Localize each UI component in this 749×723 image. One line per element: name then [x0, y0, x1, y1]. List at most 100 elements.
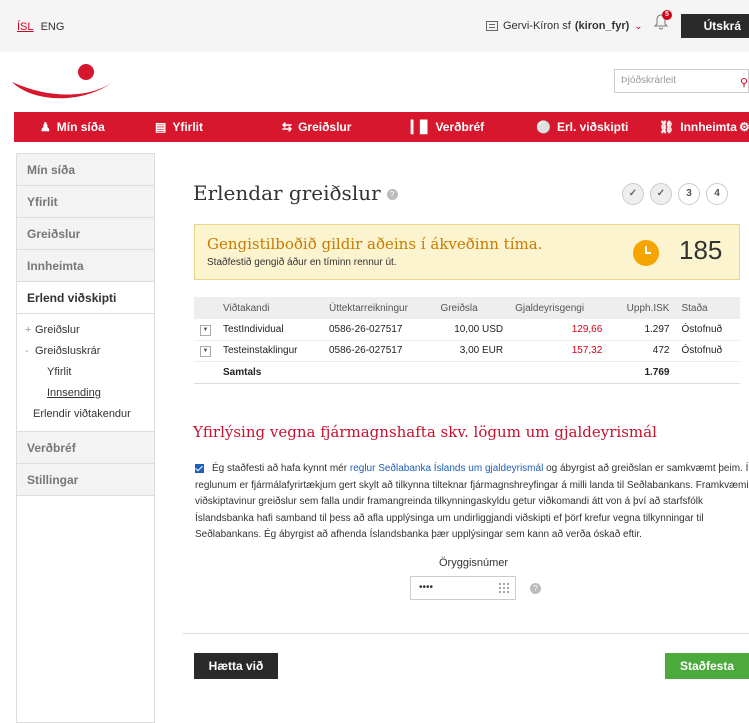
globe-icon: ⚪: [536, 120, 551, 134]
table-header: Upph.ISK: [608, 297, 676, 319]
notification-badge: 5: [662, 10, 672, 20]
table-cell: 0586-26-027517: [323, 319, 435, 341]
language-switcher: ÍSL ENG: [17, 21, 64, 33]
table-header-expand: [194, 297, 217, 319]
cancel-button[interactable]: Hætta við: [194, 653, 278, 679]
expand-marker: +: [25, 324, 32, 336]
countdown-timer: 185: [679, 235, 723, 265]
registry-search-input[interactable]: Þjóðskrárleit ⚲: [614, 69, 749, 93]
row-expand-icon[interactable]: ▼: [200, 346, 211, 357]
top-bar: ÍSL ENG Gervi-Kíron sf (kiron_fyr) ⌄ 5 Ú…: [0, 0, 749, 52]
table-header: Gjaldeyrisgengi: [509, 297, 609, 319]
bank-logo[interactable]: [12, 62, 118, 104]
table-header: Úttektarreikningur: [323, 297, 435, 319]
table-header-row: Viðtakandi Úttektarreikningur Greiðsla G…: [194, 297, 740, 319]
transactions-table: Viðtakandi Úttektarreikningur Greiðsla G…: [194, 297, 740, 384]
nav-settings[interactable]: ⚙: [739, 112, 749, 142]
nav-label: Innheimta: [680, 120, 737, 134]
step-4: 4: [706, 183, 728, 205]
table-cell: 1.297: [608, 319, 676, 341]
nav-yfirlit[interactable]: ▤ Yfirlit: [155, 112, 203, 142]
lang-eng-link[interactable]: ENG: [41, 21, 65, 33]
table-cell: ▼: [194, 340, 217, 362]
help-icon[interactable]: ?: [386, 189, 398, 200]
sidebar-submenu: + Greiðslur - Greiðsluskrár Yfirlit Innsen…: [17, 314, 154, 432]
table-cell: [675, 361, 740, 384]
confirm-button[interactable]: Staðfesta: [665, 653, 749, 679]
warning-subtext: Staðfestið gengið áður en tíminn rennur …: [207, 257, 397, 268]
documents-icon: ▤: [155, 120, 167, 134]
sub-label: Greiðsluskrár: [35, 345, 101, 357]
table-total-row: Samtals 1.769: [194, 361, 740, 384]
sidebar-sub-erlendir-vidtakendur[interactable]: Erlendir viðtakendur: [17, 404, 154, 425]
sidebar-item-erlend-vidskipti[interactable]: Erlend viðskipti: [17, 282, 154, 314]
sidebar-sub-innsending[interactable]: Innsending: [17, 383, 154, 404]
sidebar-item-greidslur[interactable]: Greiðslur: [17, 218, 154, 250]
nav-label: Greiðslur: [298, 120, 352, 134]
help-icon[interactable]: ?: [530, 583, 541, 594]
table-cell: ▼: [194, 319, 217, 341]
sidebar-sub-yfirlit[interactable]: Yfirlit: [17, 362, 154, 383]
keypad-icon[interactable]: [498, 582, 509, 593]
transfer-arrows-icon: ⇆: [282, 120, 293, 134]
security-number-input[interactable]: ••••: [410, 576, 516, 600]
search-icon[interactable]: ⚲: [740, 76, 748, 89]
table-row: ▼ TestIndividual 0586-26-027517 10,00 US…: [194, 319, 740, 341]
nav-verdbref[interactable]: ▎▊ Verðbréf: [411, 112, 484, 142]
notifications-bell[interactable]: 5: [653, 10, 672, 32]
table-header: Viðtakandi: [217, 297, 323, 319]
table-header: Greiðsla: [434, 297, 510, 319]
nav-label: Erl. viðskipti: [556, 120, 629, 134]
declaration-checkbox[interactable]: [195, 463, 204, 473]
declaration-text: Ég staðfesti að hafa kynnt mér reglur Se…: [195, 461, 749, 544]
total-label: Samtals: [217, 361, 323, 384]
user-icon: ♟: [40, 120, 51, 134]
bar-chart-icon: ▎▊: [411, 120, 430, 134]
nav-erl-vidskipti[interactable]: ⚪ Erl. viðskipti: [536, 112, 628, 142]
declaration-text-after: og ábyrgist að greiðslan er samkvæmt þei…: [195, 463, 749, 540]
warning-heading: Gengistilboðið gildir aðeins í ákveðinn …: [207, 235, 543, 253]
sidebar-sub-greidslur[interactable]: + Greiðslur: [17, 320, 154, 341]
lang-isl-link[interactable]: ÍSL: [17, 21, 34, 33]
security-number-value: ••••: [419, 582, 434, 593]
sidebar-item-stillingar[interactable]: Stillingar: [17, 464, 154, 496]
step-done-2: ✓: [650, 183, 672, 205]
table-cell: TestIndividual: [217, 319, 323, 341]
sidebar-item-min-sida[interactable]: Mín síða: [17, 154, 154, 186]
nav-innheimta[interactable]: ⛓ Innheimta: [659, 112, 737, 142]
sidebar-item-yfirlit[interactable]: Yfirlit: [17, 186, 154, 218]
sidebar: Mín síða Yfirlit Greiðslur Innheimta Erl…: [16, 153, 155, 723]
nav-greidslur[interactable]: ⇆ Greiðslur: [282, 112, 351, 142]
table-cell: [434, 361, 510, 384]
nav-min-sida[interactable]: ♟ Mín síða: [40, 112, 105, 142]
sidebar-item-verdbref[interactable]: Verðbréf: [17, 432, 154, 464]
sidebar-sub-greidsluskrar[interactable]: - Greiðsluskrár: [17, 341, 154, 362]
row-expand-icon[interactable]: ▼: [200, 324, 211, 336]
nav-label: Verðbréf: [435, 120, 485, 134]
table-cell: [323, 361, 435, 384]
company-selector[interactable]: Gervi-Kíron sf (kiron_fyr) ⌄: [486, 20, 643, 32]
nav-label: Mín síða: [56, 120, 105, 134]
table-cell: Testeinstaklingur: [217, 340, 323, 362]
table-cell: [509, 361, 609, 384]
sidebar-item-innheimta[interactable]: Innheimta: [17, 250, 154, 282]
rate-expiry-warning: Gengistilboðið gildir aðeins í ákveðinn …: [194, 224, 740, 280]
page-title-text: Erlendar greiðslur: [193, 181, 381, 205]
main-nav: ♟ Mín síða ▤ Yfirlit ⇆ Greiðslur ▎▊ Verðbréf…: [14, 112, 749, 142]
company-name: Gervi-Kíron sf: [503, 20, 571, 32]
security-number-label: Öryggisnúmer: [439, 557, 509, 569]
total-value: 1.769: [608, 361, 676, 384]
chevron-down-icon: ⌄: [634, 20, 643, 32]
step-indicator: ✓ ✓ 3 4: [622, 183, 734, 205]
logout-button[interactable]: Útskrá: [681, 14, 749, 38]
collapse-marker: -: [25, 345, 29, 357]
table-cell: 472: [608, 340, 676, 362]
table-cell: 3,00 EUR: [434, 340, 510, 362]
main-content: Erlendar greiðslur? ✓ ✓ 3 4 Gengistilboð…: [183, 153, 749, 723]
table-cell: 157,32: [509, 340, 609, 362]
table-cell: Óstofnuð: [675, 319, 740, 341]
table-cell: 0586-26-027517: [323, 340, 435, 362]
divider: [183, 633, 749, 634]
regulations-link[interactable]: reglur Seðlabanka Íslands um gjaldeyrism…: [350, 463, 543, 474]
company-icon: [486, 21, 498, 31]
